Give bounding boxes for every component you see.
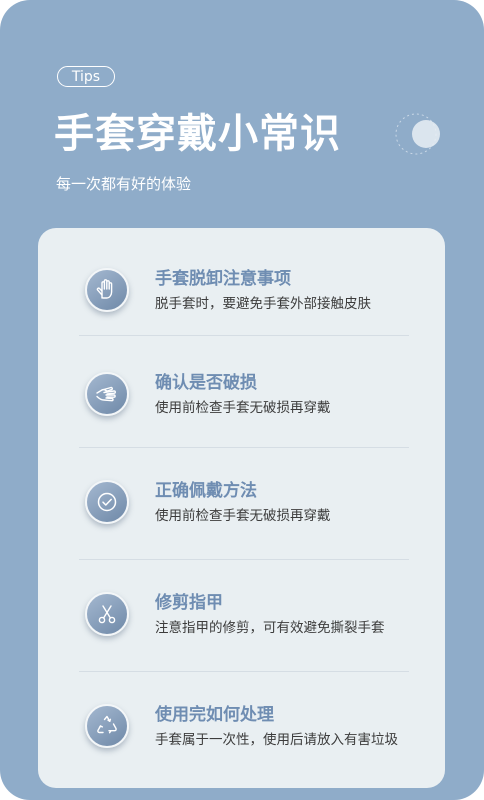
- tip-icon-badge: [85, 592, 129, 636]
- tip-icon-badge: [85, 480, 129, 524]
- tip-description: 脱手套时，要避免手套外部接触皮肤: [155, 296, 371, 312]
- tip-description: 手套属于一次性，使用后请放入有害垃圾: [155, 732, 398, 748]
- check-circle-icon: [97, 492, 117, 512]
- tip-icon-badge: [85, 268, 129, 312]
- decorative-stamp-icon: [395, 113, 440, 155]
- tip-item-disposal: 使用完如何处理 手套属于一次性，使用后请放入有害垃圾: [79, 704, 409, 784]
- divider: [79, 335, 409, 336]
- tip-icon-badge: [85, 372, 129, 416]
- tip-title: 使用完如何处理: [155, 705, 274, 725]
- tip-item-wearing-method: 正确佩戴方法 使用前检查手套无破损再穿戴: [79, 480, 409, 560]
- divider: [79, 447, 409, 448]
- recycle-icon: [97, 715, 117, 734]
- tip-description: 使用前检查手套无破损再穿戴: [155, 508, 331, 524]
- divider: [79, 559, 409, 560]
- raised-hand-icon: [96, 279, 113, 299]
- divider: [79, 671, 409, 672]
- page-subtitle: 每一次都有好的体验: [56, 175, 192, 193]
- tip-title: 修剪指甲: [155, 593, 223, 613]
- page-title: 手套穿戴小常识: [54, 111, 341, 157]
- scissors-icon: [98, 605, 116, 624]
- tip-icon-badge: [85, 704, 129, 748]
- tip-title: 正确佩戴方法: [155, 481, 257, 501]
- tip-description: 使用前检查手套无破损再穿戴: [155, 400, 331, 416]
- tip-item-trim-nails: 修剪指甲 注意指甲的修剪，可有效避免撕裂手套: [79, 592, 409, 672]
- tip-item-glove-removal: 手套脱卸注意事项 脱手套时，要避免手套外部接触皮肤: [79, 268, 409, 348]
- tip-title: 手套脱卸注意事项: [155, 269, 291, 289]
- tip-description: 注意指甲的修剪，可有效避免撕裂手套: [155, 620, 385, 636]
- tips-page: Tips 手套穿戴小常识 每一次都有好的体验 手套脱卸注意事项 脱手套时，要避免…: [0, 0, 484, 800]
- palm-hand-icon: [96, 386, 116, 402]
- tips-card: 手套脱卸注意事项 脱手套时，要避免手套外部接触皮肤 确认是否破损 使用前检查手套…: [38, 228, 445, 788]
- tip-title: 确认是否破损: [155, 373, 257, 393]
- tip-item-check-damage: 确认是否破损 使用前检查手套无破损再穿戴: [79, 372, 409, 452]
- tips-tag: Tips: [57, 66, 115, 87]
